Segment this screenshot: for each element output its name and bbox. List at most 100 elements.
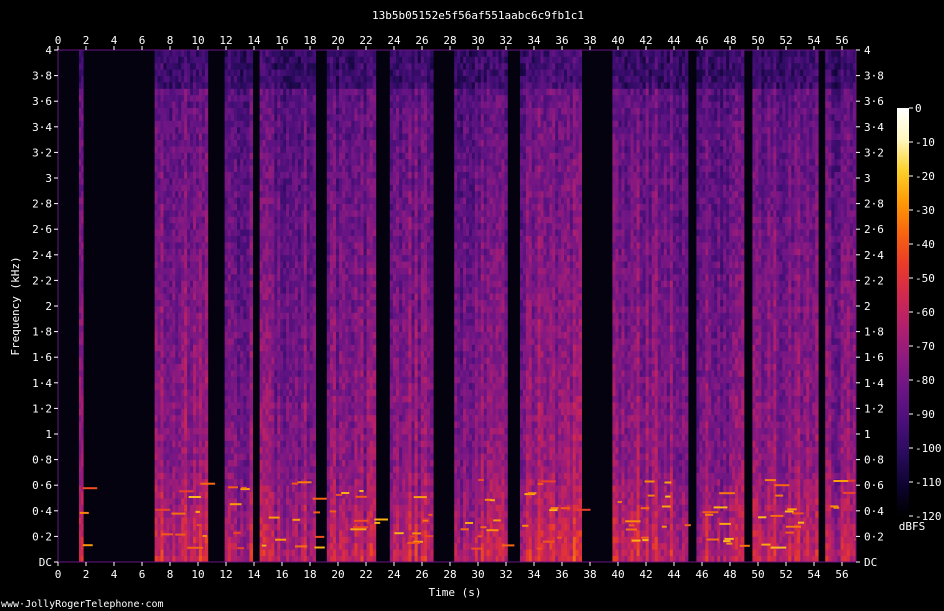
harmonic-streak — [471, 547, 483, 550]
colorbar-tick-label: 0 — [915, 102, 922, 115]
x-tick-label: 10 — [191, 568, 204, 581]
y-tick-label: 1·4 — [864, 377, 884, 390]
speech-segment — [752, 50, 819, 562]
colorbar-tick-label: -30 — [915, 204, 935, 217]
harmonic-streak — [713, 506, 728, 509]
harmonic-streak — [543, 540, 555, 543]
x-tick-label: 30 — [471, 34, 484, 47]
harmonic-streak — [775, 494, 784, 497]
harmonic-streak — [413, 496, 427, 499]
x-tick-label: 12 — [219, 568, 232, 581]
harmonic-streak — [556, 536, 562, 539]
y-tick-label: 3·2 — [864, 146, 884, 159]
y-tick-label: 1·4 — [32, 377, 52, 390]
y-tick-label: 3·8 — [864, 70, 884, 83]
harmonic-streak — [229, 503, 242, 506]
y-tick-label: DC — [39, 556, 52, 569]
harmonic-streak — [179, 490, 194, 493]
y-tick-label: 4 — [864, 44, 871, 57]
harmonic-streak — [774, 484, 790, 487]
harmonic-streak — [641, 536, 649, 539]
colorbar-tick-label: -100 — [915, 442, 942, 455]
y-tick-label: 2·2 — [32, 274, 52, 287]
harmonic-streak — [292, 518, 301, 521]
x-tick-label: 34 — [527, 568, 541, 581]
harmonic-streak — [702, 511, 719, 514]
x-tick-label: 48 — [723, 568, 736, 581]
x-tick-label: 16 — [275, 568, 288, 581]
x-tick-label: 42 — [639, 34, 652, 47]
y-tick-label: 1·6 — [864, 351, 884, 364]
colorbar-tick-label: -90 — [915, 408, 935, 421]
harmonic-streak — [536, 547, 542, 550]
y-tick-label: 2 — [864, 300, 871, 313]
harmonic-streak — [541, 480, 556, 483]
y-tick-label: 2·4 — [864, 249, 884, 262]
harmonic-streak — [625, 528, 637, 531]
harmonic-streak — [233, 532, 241, 534]
x-tick-label: 36 — [555, 34, 568, 47]
harmonic-streak — [297, 481, 312, 484]
colorbar-tick-label: -70 — [915, 340, 935, 353]
harmonic-streak — [785, 531, 794, 534]
harmonic-streak — [275, 538, 287, 541]
x-tick-label: 50 — [751, 34, 764, 47]
harmonic-streak — [171, 512, 186, 515]
x-tick-label: 52 — [779, 568, 792, 581]
chart-title: 13b5b05152e5f56af551aabc6c9fb1c1 — [372, 9, 584, 22]
y-axis-title: Frequency (kHz) — [9, 256, 22, 355]
harmonic-streak — [625, 520, 641, 523]
x-tick-label: 52 — [779, 34, 792, 47]
colorbar-tick-label: -40 — [915, 238, 935, 251]
harmonic-streak — [82, 544, 93, 547]
y-tick-label: 0·8 — [32, 454, 52, 467]
speech-segment — [224, 50, 253, 562]
harmonic-streak — [422, 519, 429, 522]
colorbar-tick-label: -110 — [915, 476, 942, 489]
harmonic-streak — [407, 541, 420, 544]
y-tick-label: DC — [864, 556, 877, 569]
harmonic-streak — [155, 508, 171, 511]
harmonic-streak — [480, 526, 487, 529]
harmonic-streak — [661, 525, 667, 528]
y-tick-label: 1·2 — [864, 402, 884, 415]
y-tick-label: 2·8 — [32, 198, 52, 211]
x-tick-label: 26 — [415, 568, 428, 581]
speech-segment — [154, 50, 216, 562]
harmonic-streak — [833, 480, 849, 482]
harmonic-streak — [341, 492, 350, 494]
harmonic-streak — [477, 535, 483, 538]
x-tick-label: 22 — [359, 34, 372, 47]
harmonic-streak — [719, 522, 731, 525]
x-tick-label: 18 — [303, 34, 316, 47]
harmonic-streak — [631, 539, 641, 542]
spectrogram-heatmap — [58, 50, 856, 562]
harmonic-streak — [350, 528, 367, 531]
y-tick-label: 2·6 — [864, 223, 884, 236]
harmonic-streak — [412, 532, 421, 535]
watermark-text: www·JollyRogerTelephone·com — [1, 599, 164, 610]
x-axis-top: 0 2 4 6 8 10 12 14 16 18 20 22 24 26 28 30 32 34 36 38 40 42 4… — [55, 34, 849, 50]
x-tick-label: 8 — [167, 34, 174, 47]
x-tick-label: 8 — [167, 568, 174, 581]
harmonic-streak — [661, 505, 671, 508]
x-tick-label: 10 — [191, 34, 204, 47]
harmonic-streak — [706, 538, 719, 541]
y-tick-label: 3 — [864, 172, 871, 185]
x-tick-label: 4 — [111, 34, 118, 47]
y-tick-label: 1·2 — [32, 402, 52, 415]
y-tick-label: 0·8 — [864, 454, 884, 467]
y-tick-label: 0·4 — [32, 505, 52, 518]
harmonic-streak — [684, 524, 691, 527]
harmonic-streak — [739, 544, 750, 547]
harmonic-streak — [409, 535, 415, 538]
y-tick-label: 1·6 — [32, 351, 52, 364]
x-tick-label: 50 — [751, 568, 764, 581]
harmonic-streak — [268, 516, 280, 519]
speech-segment — [454, 50, 515, 562]
harmonic-streak — [537, 483, 544, 485]
spectrogram-figure: 13b5b05152e5f56af551aabc6c9fb1c1 0 2 4 6 8 10… — [0, 0, 944, 611]
harmonic-streak — [797, 521, 805, 524]
spectrogram-chart: 13b5b05152e5f56af551aabc6c9fb1c1 0 2 4 6 8 10… — [1, 9, 942, 610]
y-tick-label: 3·6 — [32, 95, 52, 108]
